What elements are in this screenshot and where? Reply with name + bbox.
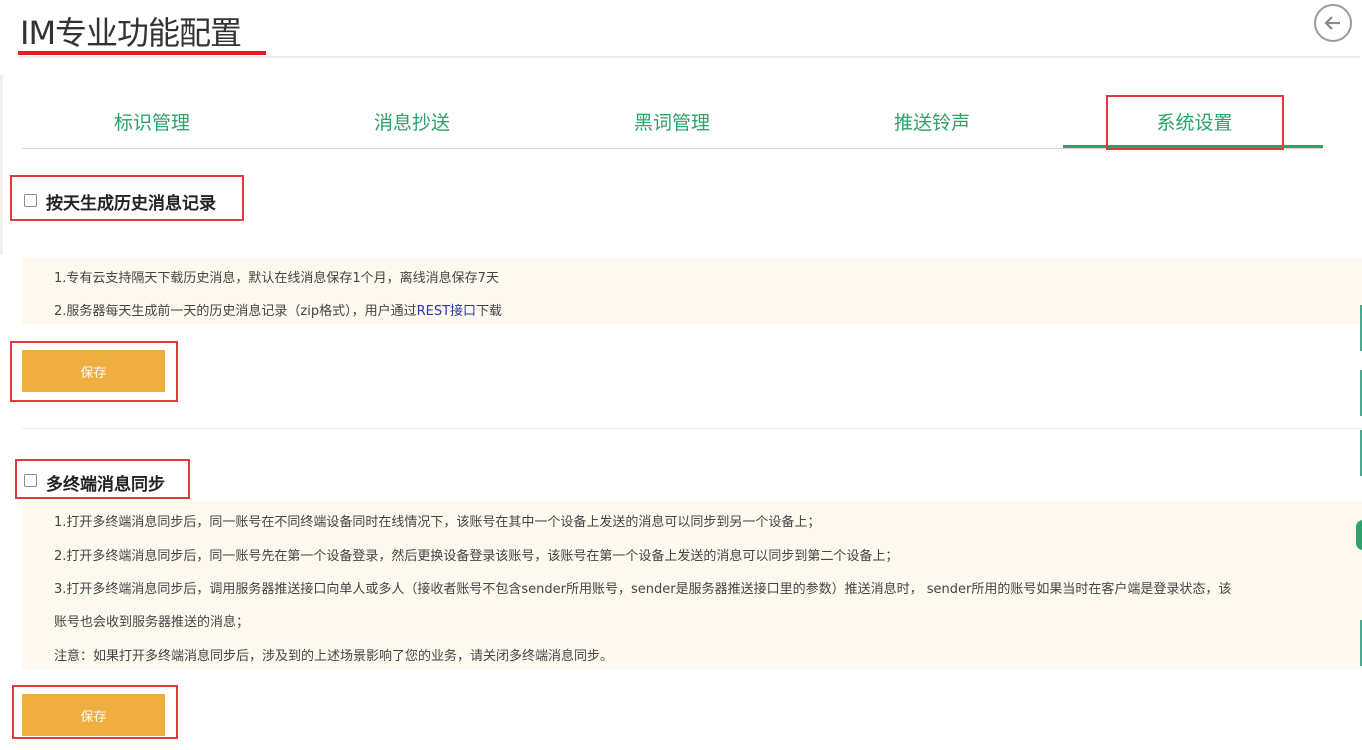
- sync-note-line-1: 1.打开多终端消息同步后，同一账号在不同终端设备同时在线情况下，该账号在其中一个…: [54, 515, 821, 530]
- sync-note-line-3: 3.打开多终端消息同步后，调用服务器推送接口向单人或多人（接收者账号不包含sen…: [54, 582, 1232, 597]
- left-edge-strip: [0, 75, 3, 255]
- floating-help-button[interactable]: [1356, 520, 1362, 550]
- save-history-button[interactable]: 保存: [22, 350, 165, 392]
- tab-push-ringtone[interactable]: 推送铃声: [802, 96, 1062, 146]
- tab-system-settings[interactable]: 系统设置: [1107, 96, 1282, 146]
- tabs-divider: [22, 148, 1322, 149]
- page-title: IM专业功能配置: [20, 14, 242, 52]
- history-note-line-1: 1.专有云支持隔天下载历史消息，默认在线消息保存1个月，离线消息保存7天: [54, 271, 499, 286]
- tab-message-cc[interactable]: 消息抄送: [282, 96, 542, 146]
- title-divider: [18, 56, 1360, 58]
- history-notes-box: 1.专有云支持隔天下载历史消息，默认在线消息保存1个月，离线消息保存7天 2.服…: [22, 258, 1362, 324]
- back-arrow-icon: [1324, 16, 1340, 30]
- multi-device-sync-title: 多终端消息同步: [46, 475, 165, 495]
- rest-api-link[interactable]: REST接口: [417, 304, 476, 319]
- history-record-title: 按天生成历史消息记录: [46, 194, 216, 214]
- multi-device-sync-checkbox[interactable]: [24, 474, 37, 487]
- history-note-line-2-text: 2.服务器每天生成前一天的历史消息记录（zip格式），用户通过: [54, 304, 417, 319]
- tab-identity-management[interactable]: 标识管理: [22, 96, 282, 146]
- tab-bar: 标识管理 消息抄送 黑词管理 推送铃声 系统设置: [22, 96, 1322, 148]
- tab-blackword-management[interactable]: 黑词管理: [542, 96, 802, 146]
- section-divider: [22, 428, 1362, 429]
- history-note-line-2-end: 下载: [476, 304, 503, 319]
- save-sync-button[interactable]: 保存: [22, 694, 165, 736]
- back-button[interactable]: [1314, 4, 1352, 42]
- sync-note-line-4: 账号也会收到服务器推送的消息；: [54, 615, 250, 630]
- title-underline: [18, 51, 266, 55]
- history-record-checkbox[interactable]: [24, 194, 37, 207]
- sync-note-line-2: 2.打开多终端消息同步后，同一账号先在第一个设备登录，然后更换设备登录该账号，该…: [54, 549, 899, 564]
- sync-notice: 注意：如果打开多终端消息同步后，涉及到的上述场景影响了您的业务，请关闭多终端消息…: [54, 649, 614, 664]
- history-note-line-2: 2.服务器每天生成前一天的历史消息记录（zip格式），用户通过REST接口下载: [54, 300, 502, 319]
- sync-notes-box: 1.打开多终端消息同步后，同一账号在不同终端设备同时在线情况下，该账号在其中一个…: [22, 501, 1362, 669]
- active-tab-indicator: [1063, 145, 1323, 148]
